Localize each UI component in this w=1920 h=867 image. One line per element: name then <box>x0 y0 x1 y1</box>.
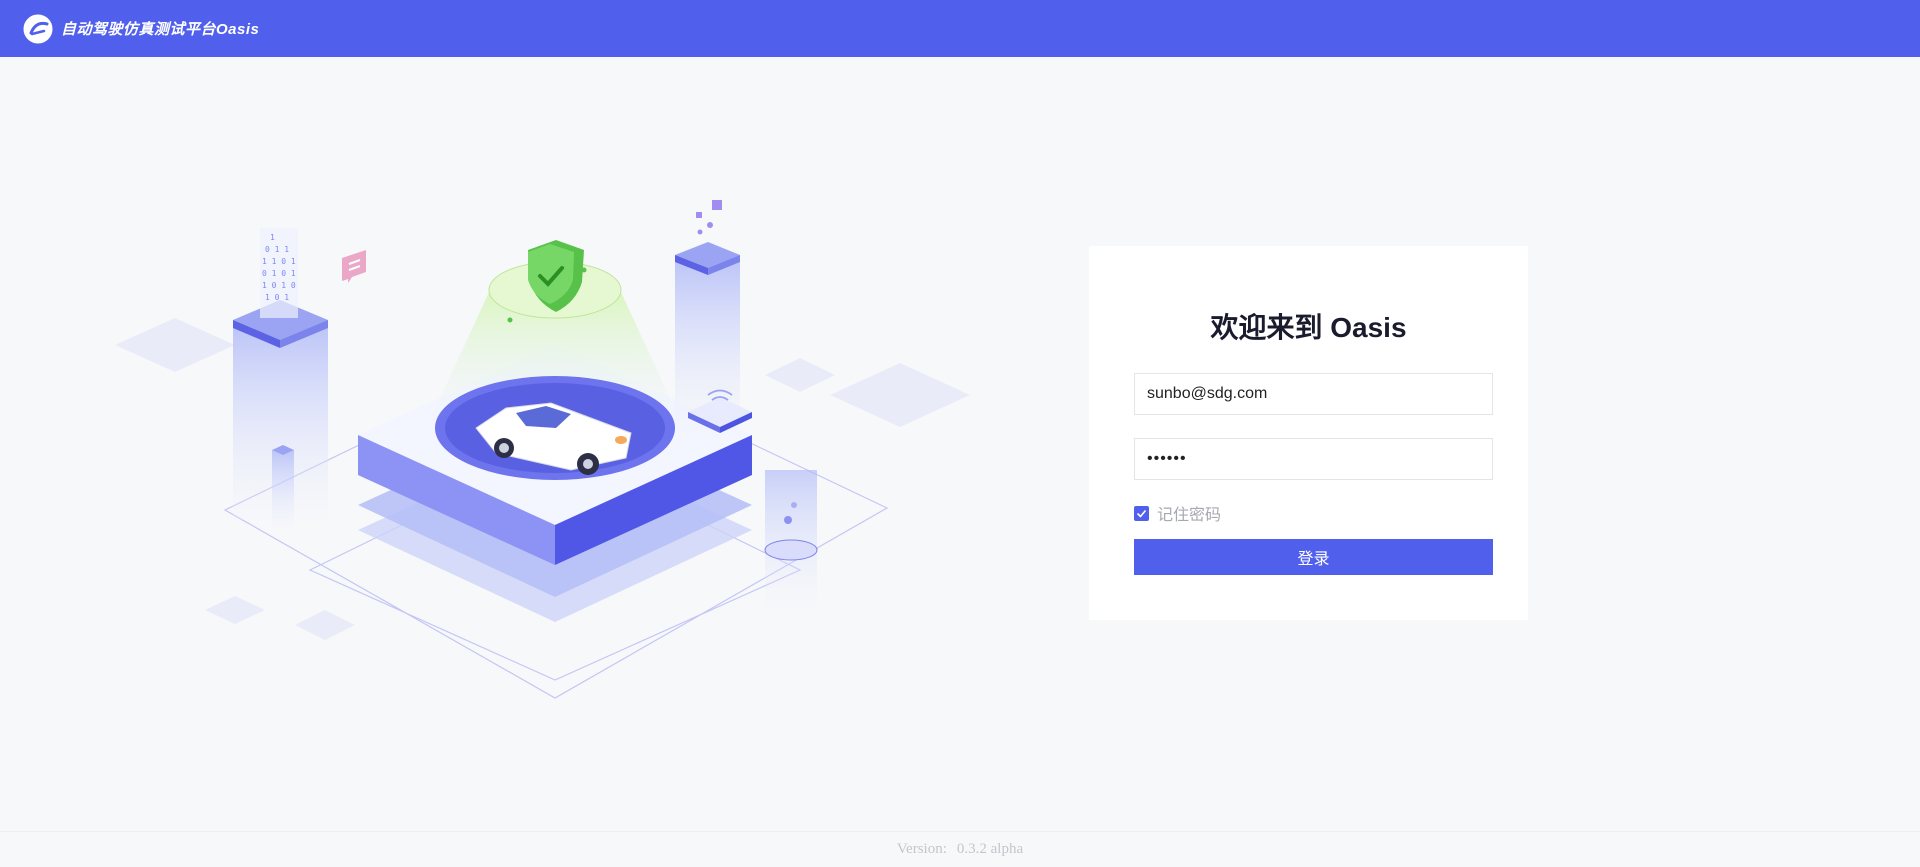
remember-password[interactable]: 记住密码 <box>1134 501 1221 525</box>
app-title: 自动驾驶仿真测试平台Oasis <box>61 21 260 38</box>
version-value: 0.3.2 alpha <box>956 841 1024 857</box>
login-card: 欢迎来到 Oasis 记住密码 登录 <box>1089 246 1528 620</box>
autonomous-car-illustration: 1 0 1 1 1 1 0 1 0 1 0 1 1 0 1 0 1 0 1 <box>115 200 970 699</box>
svg-text:1 1 0 1: 1 1 0 1 <box>262 257 296 266</box>
app-logo[interactable]: 自动驾驶仿真测试平台Oasis <box>22 13 259 45</box>
svg-text:1 0 1 0: 1 0 1 0 <box>262 281 296 290</box>
remember-label: 记住密码 <box>1157 507 1222 524</box>
chat-bubble-icon <box>342 250 366 283</box>
svg-text:0 1 1: 0 1 1 <box>265 245 289 254</box>
oasis-logo-icon <box>23 14 53 43</box>
remember-checkbox[interactable] <box>1134 505 1149 521</box>
svg-text:1 0 1: 1 0 1 <box>265 293 289 302</box>
check-icon <box>1136 509 1147 518</box>
svg-text:1: 1 <box>270 233 275 242</box>
email-field[interactable] <box>1134 373 1493 415</box>
login-title: 欢迎来到 Oasis <box>1210 312 1407 343</box>
footer: Version: 0.3.2 alpha <box>0 831 1920 867</box>
top-bar: 自动驾驶仿真测试平台Oasis <box>0 0 1920 57</box>
login-button[interactable]: 登录 <box>1134 539 1493 575</box>
svg-text:0 1 0 1: 0 1 0 1 <box>262 269 296 278</box>
password-field[interactable] <box>1134 438 1493 480</box>
version-label: Version: <box>896 841 947 857</box>
